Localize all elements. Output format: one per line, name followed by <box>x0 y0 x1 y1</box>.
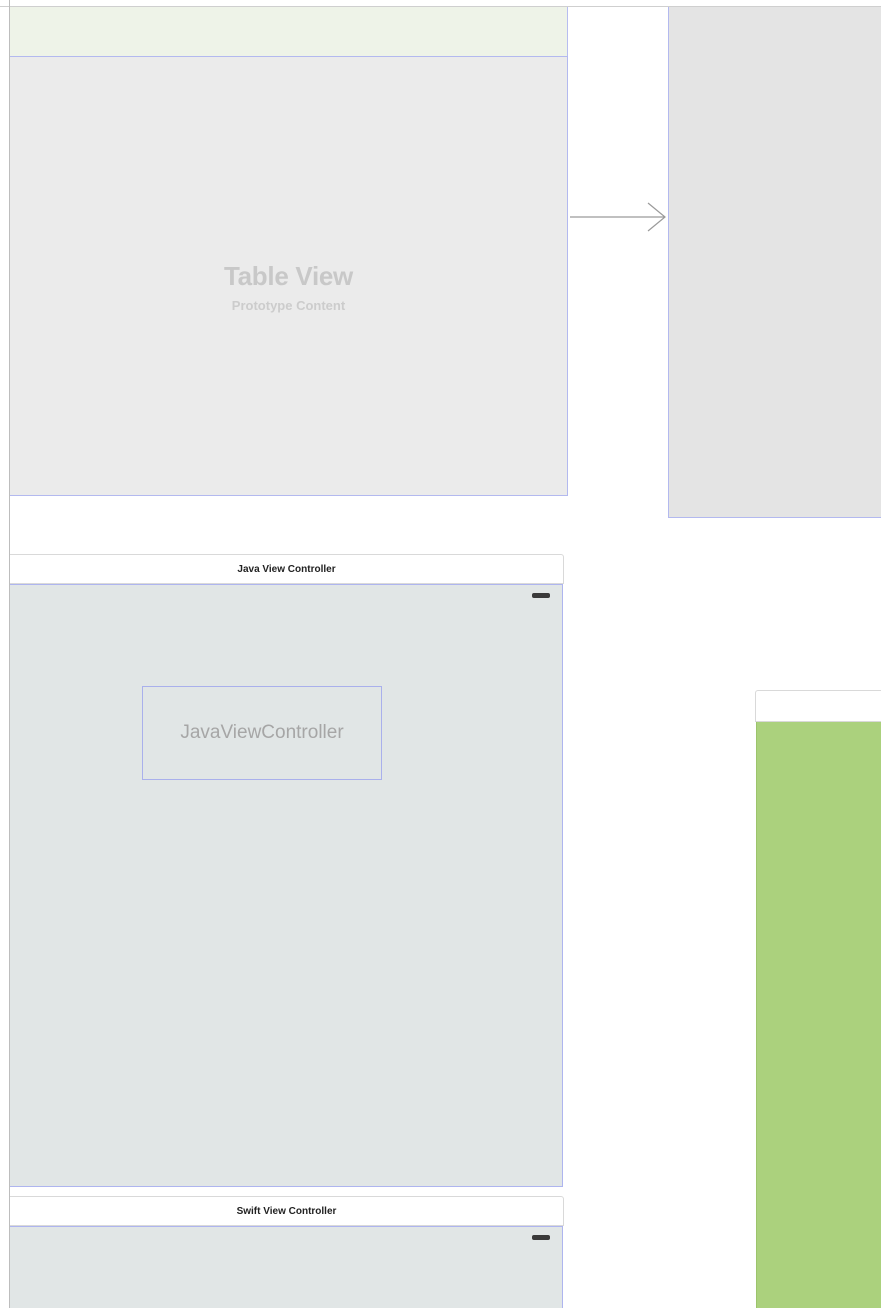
java-scene-title-bar[interactable]: Java View Controller <box>10 554 564 584</box>
destination-scene-view[interactable] <box>668 7 881 518</box>
battery-icon <box>532 1235 550 1240</box>
table-view[interactable]: Table View Prototype Content <box>10 56 568 496</box>
java-scene-view[interactable]: JavaViewController <box>10 584 563 1187</box>
swift-scene-title-bar[interactable]: Swift View Controller <box>10 1196 564 1226</box>
green-scene-view[interactable] <box>756 722 881 1308</box>
java-view-controller-label[interactable]: JavaViewController <box>142 686 382 780</box>
green-scene-title-bar[interactable] <box>755 690 881 722</box>
java-label-text: JavaViewController <box>180 722 344 743</box>
swift-scene-view[interactable] <box>10 1226 563 1308</box>
battery-icon <box>532 593 550 598</box>
table-view-subtitle: Prototype Content <box>231 298 346 313</box>
table-view-title: Table View <box>224 261 353 291</box>
java-scene-title: Java View Controller <box>237 564 336 575</box>
storyboard-canvas[interactable]: Table View Prototype Content Java View C… <box>0 0 881 1308</box>
swift-scene-title: Swift View Controller <box>236 1206 337 1217</box>
table-view-navigation-bar[interactable] <box>10 7 568 56</box>
arrow-right-icon[interactable] <box>570 200 668 234</box>
